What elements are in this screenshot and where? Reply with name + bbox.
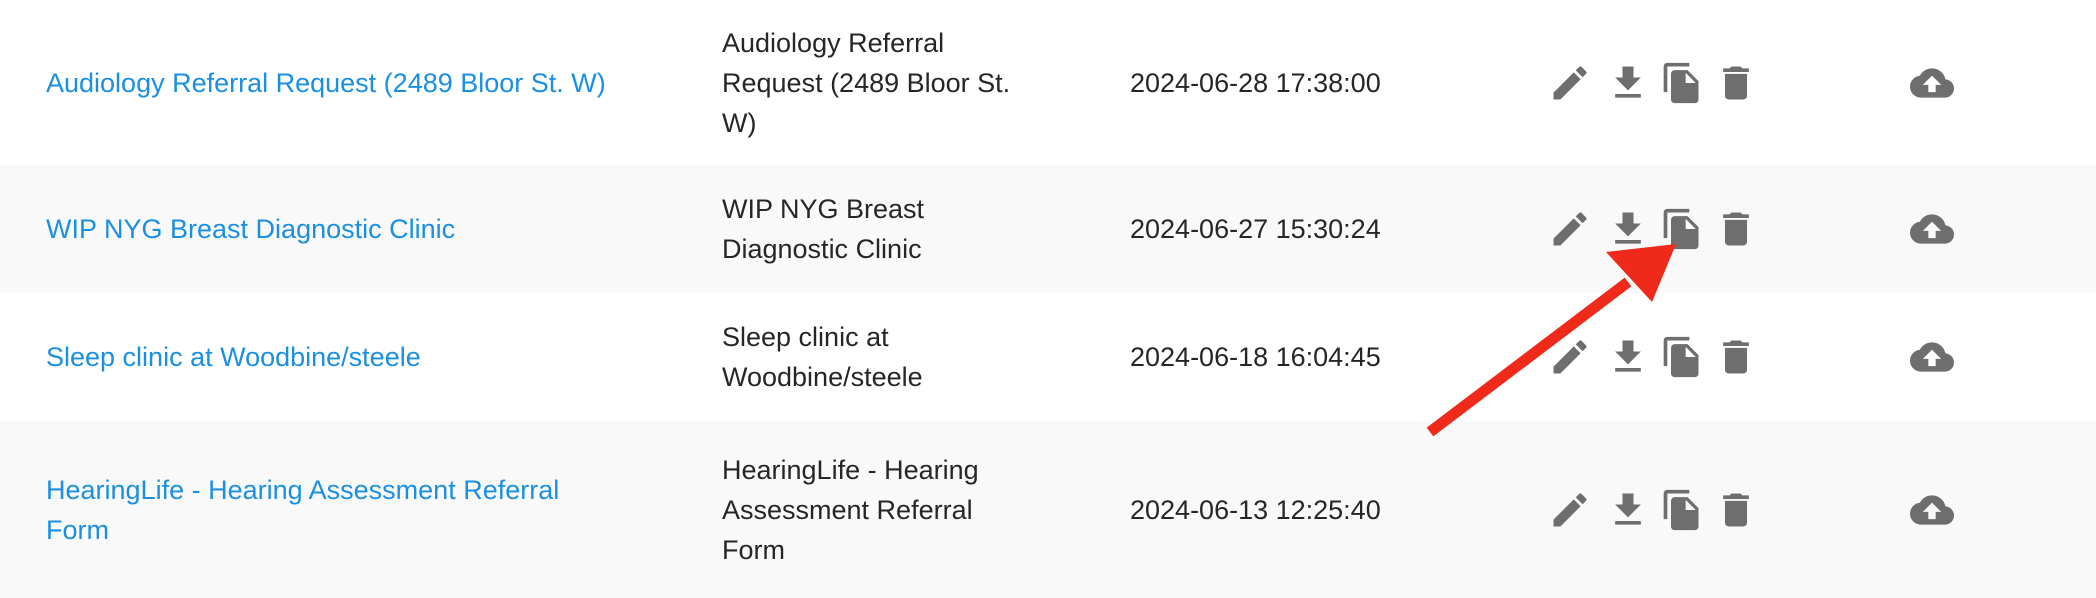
actions-cell xyxy=(1548,165,1788,293)
copy-icon[interactable] xyxy=(1660,207,1704,251)
title-cell: Sleep clinic at Woodbine/steele xyxy=(46,293,666,421)
trash-icon[interactable] xyxy=(1714,335,1758,379)
description-line: W) xyxy=(722,107,757,138)
cloud-upload-icon[interactable] xyxy=(1910,207,1954,251)
date-cell: 2024-06-27 15:30:24 xyxy=(1130,165,1430,293)
description-cell: WIP NYG Breast Diagnostic Clinic xyxy=(722,165,1052,293)
download-icon[interactable] xyxy=(1606,488,1650,532)
cloud-upload-icon[interactable] xyxy=(1910,488,1954,532)
form-description: Audiology Referral Request (2489 Bloor S… xyxy=(722,23,1010,143)
form-description: WIP NYG Breast Diagnostic Clinic xyxy=(722,189,924,269)
pencil-icon[interactable] xyxy=(1548,335,1592,379)
title-cell: HearingLife - Hearing Assessment Referra… xyxy=(46,421,666,598)
forms-table: Audiology Referral Request (2489 Bloor S… xyxy=(0,0,2096,598)
description-line: Sleep clinic at xyxy=(722,322,889,352)
title-line: Form xyxy=(46,514,109,545)
description-line: Request (2489 Bloor St. xyxy=(722,67,1011,98)
actions-cell xyxy=(1548,293,1788,421)
table-row: Audiology Referral Request (2489 Bloor S… xyxy=(0,0,2096,165)
date-cell: 2024-06-28 17:38:00 xyxy=(1130,0,1430,165)
description-line: Woodbine/steele xyxy=(722,362,923,392)
cloud-upload-icon[interactable] xyxy=(1910,335,1954,379)
description-line: Audiology Referral xyxy=(722,27,945,58)
table-row: HearingLife - Hearing Assessment Referra… xyxy=(0,421,2096,598)
copy-icon[interactable] xyxy=(1660,335,1704,379)
pencil-icon[interactable] xyxy=(1548,207,1592,251)
modified-date: 2024-06-13 12:25:40 xyxy=(1130,494,1381,525)
description-cell: Audiology Referral Request (2489 Bloor S… xyxy=(722,0,1052,165)
description-line: Diagnostic Clinic xyxy=(722,234,922,264)
pencil-icon[interactable] xyxy=(1548,61,1592,105)
form-description: Sleep clinic at Woodbine/steele xyxy=(722,317,923,397)
upload-cell xyxy=(1910,165,1970,293)
upload-cell xyxy=(1910,421,1970,598)
description-cell: HearingLife - Hearing Assessment Referra… xyxy=(722,421,1052,598)
description-cell: Sleep clinic at Woodbine/steele xyxy=(722,293,1052,421)
copy-icon[interactable] xyxy=(1660,61,1704,105)
download-icon[interactable] xyxy=(1606,61,1650,105)
trash-icon[interactable] xyxy=(1714,207,1758,251)
cloud-upload-icon[interactable] xyxy=(1910,61,1954,105)
upload-cell xyxy=(1910,293,1970,421)
pencil-icon[interactable] xyxy=(1548,488,1592,532)
trash-icon[interactable] xyxy=(1714,488,1758,532)
description-line: Assessment Referral xyxy=(722,494,973,525)
table-row: Sleep clinic at Woodbine/steele Sleep cl… xyxy=(0,293,2096,421)
title-line: HearingLife - Hearing Assessment Referra… xyxy=(46,474,560,505)
modified-date: 2024-06-18 16:04:45 xyxy=(1130,342,1381,372)
upload-cell xyxy=(1910,0,1970,165)
actions-cell xyxy=(1548,421,1788,598)
form-description: HearingLife - Hearing Assessment Referra… xyxy=(722,450,979,570)
trash-icon[interactable] xyxy=(1714,61,1758,105)
modified-date: 2024-06-27 15:30:24 xyxy=(1130,214,1381,244)
description-line: Form xyxy=(722,534,785,565)
date-cell: 2024-06-13 12:25:40 xyxy=(1130,421,1430,598)
form-title-link[interactable]: HearingLife - Hearing Assessment Referra… xyxy=(46,470,559,550)
download-icon[interactable] xyxy=(1606,335,1650,379)
modified-date: 2024-06-28 17:38:00 xyxy=(1130,67,1381,98)
description-line: HearingLife - Hearing xyxy=(722,454,979,485)
date-cell: 2024-06-18 16:04:45 xyxy=(1130,293,1430,421)
form-title-link[interactable]: WIP NYG Breast Diagnostic Clinic xyxy=(46,209,455,249)
table-row: WIP NYG Breast Diagnostic Clinic WIP NYG… xyxy=(0,165,2096,293)
copy-icon[interactable] xyxy=(1660,488,1704,532)
actions-cell xyxy=(1548,0,1788,165)
form-title-link[interactable]: Sleep clinic at Woodbine/steele xyxy=(46,337,421,377)
download-icon[interactable] xyxy=(1606,207,1650,251)
title-cell: WIP NYG Breast Diagnostic Clinic xyxy=(46,165,666,293)
description-line: WIP NYG Breast xyxy=(722,194,925,224)
title-cell: Audiology Referral Request (2489 Bloor S… xyxy=(46,0,666,165)
form-title-link[interactable]: Audiology Referral Request (2489 Bloor S… xyxy=(46,63,606,103)
